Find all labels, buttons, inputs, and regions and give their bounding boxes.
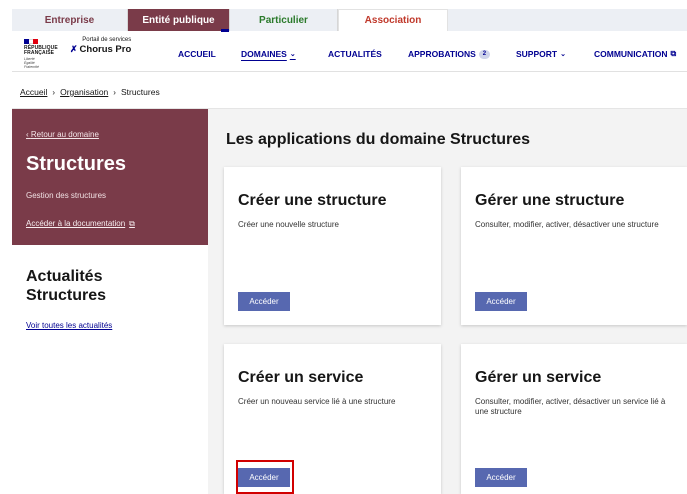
nav-actualites-label: ACTUALITÉS [328, 49, 382, 59]
tab-bar-filler [448, 9, 687, 31]
republique-francaise-logo[interactable]: RÉPUBLIQUE FRANÇAISE Liberté Égalité Fra… [24, 39, 64, 69]
card-title: Gérer une structure [475, 192, 625, 209]
french-flag-icon [24, 39, 39, 44]
breadcrumb: Accueil › Organisation › Structures [20, 87, 160, 97]
devise-fraternite: Fraternité [24, 65, 39, 69]
page-title: Les applications du domaine Structures [226, 131, 531, 148]
tab-association[interactable]: Association [338, 9, 448, 31]
tab-entreprise[interactable]: Entreprise [12, 9, 128, 31]
audience-tabs: Entreprise Entité publique Particulier A… [12, 9, 687, 31]
breadcrumb-accueil[interactable]: Accueil [20, 87, 47, 97]
nav-approbations-label: APPROBATIONS [408, 49, 476, 59]
active-section-indicator [221, 29, 229, 32]
nav-communication[interactable]: COMMUNICATION ⧉ [594, 49, 676, 59]
brand-name-text: Chorus Pro [79, 44, 132, 55]
card-description: Consulter, modifier, activer, désactiver… [475, 220, 659, 229]
chevron-down-icon: ⌄ [560, 51, 566, 58]
card-title: Gérer un service [475, 369, 602, 386]
news-panel: Actualités Structures Voir toutes les ac… [12, 245, 208, 494]
brand-name: ✗ Chorus Pro [70, 44, 131, 55]
acceder-button[interactable]: Accéder [475, 468, 527, 487]
back-link-label: Retour au domaine [30, 130, 99, 139]
approbations-count-badge: 2 [478, 49, 490, 59]
brand-subtitle: Portail de services [82, 37, 132, 43]
acceder-button[interactable]: Accéder [238, 292, 290, 311]
highlight-box [236, 460, 294, 494]
card-title: Créer un service [238, 369, 364, 386]
card-creer-structure: Créer une structure Créer une nouvelle s… [224, 167, 441, 325]
sidebar-description: Gestion des structures [26, 191, 107, 200]
nav-communication-label: COMMUNICATION [594, 49, 668, 59]
breadcrumb-organisation[interactable]: Organisation [60, 87, 108, 97]
tab-particulier[interactable]: Particulier [230, 9, 338, 31]
card-gerer-service: Gérer un service Consulter, modifier, ac… [461, 344, 687, 494]
logo-francaise: FRANÇAISE [24, 50, 55, 56]
main-nav: ACCUEIL DOMAINES ⌄ ACTUALITÉS APPROBATIO… [178, 49, 676, 59]
card-title: Créer une structure [238, 192, 387, 209]
brand-block[interactable]: Portail de services ✗ Chorus Pro [70, 36, 131, 55]
nav-domaines[interactable]: DOMAINES ⌄ [241, 49, 328, 59]
chevron-down-icon: ⌄ [289, 51, 296, 58]
chevron-right-icon: › [52, 87, 56, 97]
card-description: Créer un nouveau service lié à une struc… [238, 397, 396, 406]
nav-support-label: SUPPORT [516, 49, 558, 59]
documentation-link-label: Accéder à la documentation [26, 219, 126, 228]
site-header: RÉPUBLIQUE FRANÇAISE Liberté Égalité Fra… [12, 29, 687, 72]
acceder-button[interactable]: Accéder [475, 292, 527, 311]
nav-actualites[interactable]: ACTUALITÉS [328, 49, 408, 59]
card-description: Consulter, modifier, activer, désactiver… [475, 397, 666, 416]
chorus-pro-logo-icon: ✗ [70, 44, 78, 54]
documentation-link[interactable]: Accéder à la documentation ⧉ [26, 219, 135, 229]
back-to-domain-link[interactable]: ‹ Retour au domaine [26, 130, 99, 139]
breadcrumb-current: Structures [120, 87, 160, 97]
card-gerer-structure: Gérer une structure Consulter, modifier,… [461, 167, 687, 325]
news-title: Actualités Structures [26, 268, 107, 304]
nav-approbations[interactable]: APPROBATIONS 2 [408, 49, 516, 59]
domain-sidebar: ‹ Retour au domaine Structures Gestion d… [12, 109, 208, 245]
nav-support[interactable]: SUPPORT ⌄ [516, 49, 594, 59]
chevron-right-icon: › [113, 87, 116, 97]
card-description: Créer une nouvelle structure [238, 220, 339, 229]
nav-accueil-label: ACCUEIL [178, 49, 216, 59]
external-link-icon: ⧉ [129, 219, 135, 228]
nav-domaines-label: DOMAINES [241, 49, 287, 59]
logo-devise: Liberté Égalité Fraternité [24, 57, 64, 69]
external-link-icon: ⧉ [670, 49, 677, 58]
tab-entite-publique[interactable]: Entité publique [128, 9, 230, 31]
sidebar-title: Structures [26, 153, 127, 175]
nav-accueil[interactable]: ACCUEIL [178, 49, 241, 59]
all-news-link[interactable]: Voir toutes les actualités [26, 321, 112, 330]
